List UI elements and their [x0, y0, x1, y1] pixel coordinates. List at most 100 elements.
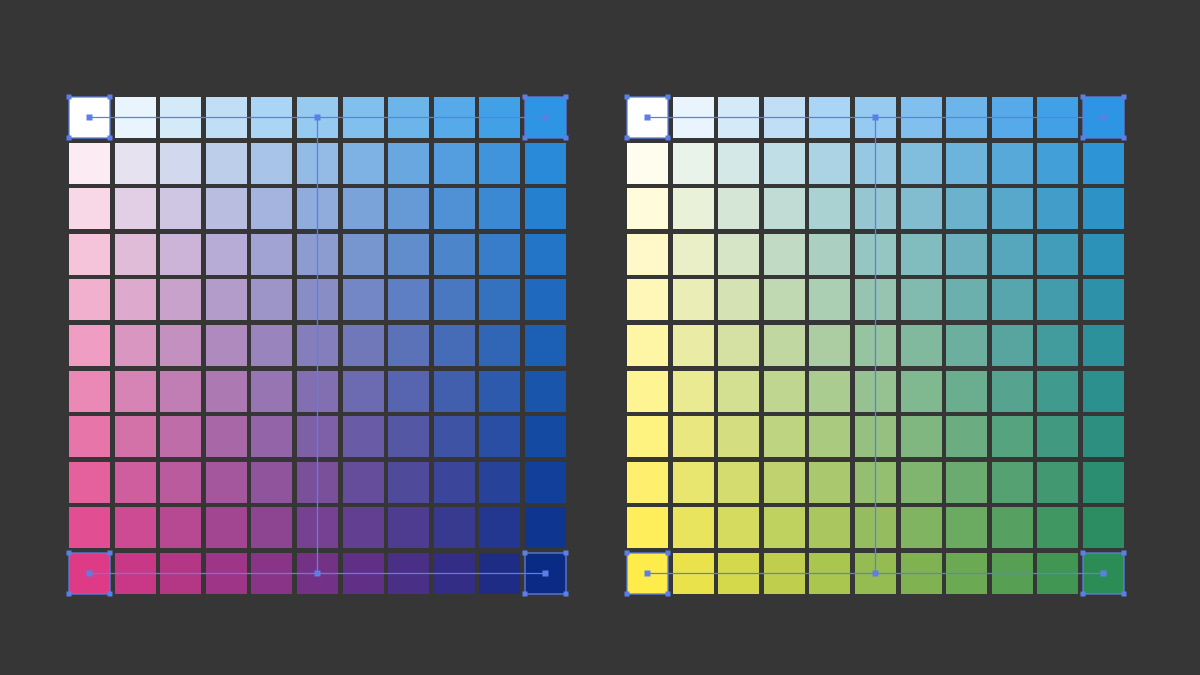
color-swatch-cell[interactable]: [809, 142, 851, 184]
color-swatch-cell[interactable]: [479, 97, 521, 138]
color-swatch-cell[interactable]: [1037, 553, 1079, 594]
color-swatch-cell[interactable]: [900, 233, 942, 275]
color-swatch-cell[interactable]: [627, 233, 668, 275]
gradient-mesh-grid-left[interactable]: [66, 94, 569, 597]
color-swatch-cell[interactable]: [205, 279, 247, 321]
color-swatch-cell[interactable]: [479, 507, 521, 549]
color-swatch-cell[interactable]: [1083, 325, 1124, 366]
color-swatch-cell[interactable]: [160, 97, 202, 138]
color-swatch-cell[interactable]: [525, 142, 566, 184]
color-swatch-cell[interactable]: [900, 97, 942, 138]
color-swatch-cell[interactable]: [672, 507, 714, 549]
color-swatch-cell[interactable]: [809, 461, 851, 503]
color-swatch-cell[interactable]: [672, 370, 714, 412]
color-swatch-cell[interactable]: [718, 416, 760, 458]
color-swatch-cell[interactable]: [433, 142, 475, 184]
color-swatch-cell[interactable]: [1083, 370, 1124, 412]
color-swatch-cell[interactable]: [160, 325, 202, 366]
color-swatch-cell[interactable]: [205, 507, 247, 549]
color-swatch-cell[interactable]: [525, 416, 566, 458]
color-swatch-cell[interactable]: [1083, 553, 1124, 594]
color-swatch-cell[interactable]: [1037, 370, 1079, 412]
color-swatch-cell[interactable]: [1083, 97, 1124, 138]
color-swatch-cell[interactable]: [627, 97, 668, 138]
color-swatch-cell[interactable]: [946, 233, 988, 275]
color-swatch-cell[interactable]: [251, 507, 293, 549]
color-swatch-cell[interactable]: [1083, 233, 1124, 275]
color-swatch-cell[interactable]: [433, 97, 475, 138]
color-swatch-cell[interactable]: [946, 97, 988, 138]
color-swatch-cell[interactable]: [809, 416, 851, 458]
gradient-mesh-grid-right[interactable]: [624, 94, 1127, 597]
color-swatch-cell[interactable]: [809, 325, 851, 366]
color-swatch-cell[interactable]: [718, 142, 760, 184]
color-swatch-cell[interactable]: [388, 507, 430, 549]
color-swatch-cell[interactable]: [718, 553, 760, 594]
color-swatch-cell[interactable]: [946, 553, 988, 594]
color-swatch-cell[interactable]: [297, 370, 338, 412]
color-swatch-cell[interactable]: [205, 188, 247, 230]
color-swatch-cell[interactable]: [763, 188, 805, 230]
color-swatch-cell[interactable]: [946, 461, 988, 503]
color-swatch-cell[interactable]: [672, 461, 714, 503]
color-swatch-cell[interactable]: [809, 507, 851, 549]
color-swatch-cell[interactable]: [900, 507, 942, 549]
color-swatch-cell[interactable]: [763, 279, 805, 321]
color-swatch-cell[interactable]: [251, 553, 293, 594]
color-swatch-cell[interactable]: [946, 188, 988, 230]
color-swatch-cell[interactable]: [855, 142, 896, 184]
color-swatch-cell[interactable]: [991, 325, 1033, 366]
color-swatch-cell[interactable]: [525, 233, 566, 275]
color-swatch-cell[interactable]: [251, 188, 293, 230]
color-swatch-cell[interactable]: [251, 279, 293, 321]
color-swatch-cell[interactable]: [479, 461, 521, 503]
color-swatch-cell[interactable]: [900, 325, 942, 366]
color-swatch-cell[interactable]: [205, 553, 247, 594]
color-swatch-cell[interactable]: [114, 142, 156, 184]
color-swatch-cell[interactable]: [297, 416, 338, 458]
color-swatch-cell[interactable]: [479, 416, 521, 458]
color-swatch-cell[interactable]: [160, 233, 202, 275]
color-swatch-cell[interactable]: [900, 553, 942, 594]
color-swatch-cell[interactable]: [627, 370, 668, 412]
color-swatch-cell[interactable]: [1037, 325, 1079, 366]
color-swatch-cell[interactable]: [251, 461, 293, 503]
color-swatch-cell[interactable]: [855, 97, 896, 138]
color-swatch-cell[interactable]: [114, 188, 156, 230]
color-swatch-cell[interactable]: [251, 325, 293, 366]
color-swatch-cell[interactable]: [114, 97, 156, 138]
color-swatch-cell[interactable]: [388, 461, 430, 503]
color-swatch-cell[interactable]: [718, 188, 760, 230]
color-swatch-cell[interactable]: [297, 325, 338, 366]
color-swatch-cell[interactable]: [525, 461, 566, 503]
color-swatch-cell[interactable]: [763, 416, 805, 458]
color-swatch-cell[interactable]: [342, 416, 384, 458]
color-swatch-cell[interactable]: [433, 188, 475, 230]
color-swatch-cell[interactable]: [114, 507, 156, 549]
color-swatch-cell[interactable]: [672, 188, 714, 230]
color-swatch-cell[interactable]: [900, 370, 942, 412]
color-swatch-cell[interactable]: [946, 142, 988, 184]
color-swatch-cell[interactable]: [388, 553, 430, 594]
color-swatch-cell[interactable]: [388, 97, 430, 138]
color-swatch-cell[interactable]: [672, 553, 714, 594]
color-swatch-cell[interactable]: [946, 279, 988, 321]
color-swatch-cell[interactable]: [627, 416, 668, 458]
color-swatch-cell[interactable]: [1037, 416, 1079, 458]
color-swatch-cell[interactable]: [297, 461, 338, 503]
color-swatch-cell[interactable]: [160, 553, 202, 594]
color-swatch-cell[interactable]: [1083, 142, 1124, 184]
color-swatch-cell[interactable]: [297, 97, 338, 138]
color-swatch-cell[interactable]: [1037, 233, 1079, 275]
color-swatch-cell[interactable]: [855, 370, 896, 412]
color-swatch-cell[interactable]: [1083, 279, 1124, 321]
color-swatch-cell[interactable]: [1083, 507, 1124, 549]
color-swatch-cell[interactable]: [114, 233, 156, 275]
color-swatch-cell[interactable]: [69, 325, 110, 366]
color-swatch-cell[interactable]: [205, 233, 247, 275]
color-swatch-cell[interactable]: [69, 370, 110, 412]
color-swatch-cell[interactable]: [342, 461, 384, 503]
color-swatch-cell[interactable]: [809, 188, 851, 230]
color-swatch-cell[interactable]: [525, 370, 566, 412]
color-swatch-cell[interactable]: [718, 461, 760, 503]
